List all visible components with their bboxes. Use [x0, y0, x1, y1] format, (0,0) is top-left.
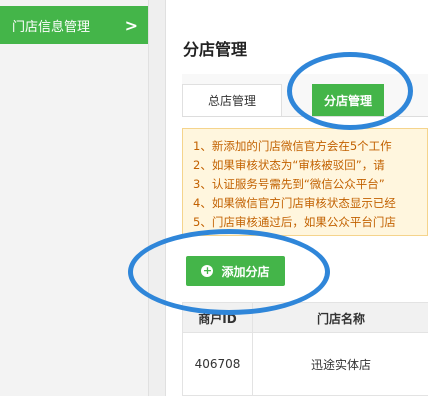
sidebar-divider	[148, 0, 166, 396]
add-branch-label: 添加分店	[221, 264, 270, 279]
notice-line: 4、如果微信官方门店审核状态显示已经	[193, 196, 396, 210]
notice-line: 5、门店审核通过后，如果公众平台门店	[193, 215, 396, 229]
sidebar-item-label: 门店信息管理	[12, 19, 91, 35]
main-content: 分店管理 总店管理 分店管理 1、新添加的门店微信官方会在5个工作 2、如果审核…	[166, 0, 428, 396]
app-root: 门店信息管理 > 分店管理 总店管理 分店管理 1、新添加的门店微信官方会在5个…	[0, 0, 428, 396]
cell-store-name: 迅途实体店	[310, 357, 371, 372]
sidebar: 门店信息管理 >	[0, 0, 148, 396]
notice-line: 1、新添加的门店微信官方会在5个工作	[193, 139, 392, 153]
chevron-right-icon: >	[124, 15, 138, 35]
notice-box: 1、新添加的门店微信官方会在5个工作 2、如果审核状态为“审核被驳回”，请 3、…	[182, 128, 428, 236]
tab-label: 分店管理	[323, 93, 372, 108]
cell-merchant-id: 406708	[183, 333, 253, 395]
add-branch-button[interactable]: + 添加分店	[186, 256, 285, 286]
sidebar-item-store-info[interactable]: 门店信息管理 >	[0, 6, 148, 44]
tab-branch-store[interactable]: 分店管理	[312, 84, 384, 116]
tab-head-store[interactable]: 总店管理	[182, 84, 282, 116]
table-header: 商户ID 门店名称	[183, 303, 428, 333]
tab-label: 总店管理	[207, 94, 256, 108]
column-header-store-name: 门店名称	[316, 311, 365, 326]
page-title: 分店管理	[183, 40, 248, 59]
plus-circle-icon: +	[201, 264, 214, 277]
branch-table: 商户ID 门店名称 406708 迅途实体店	[182, 302, 428, 396]
notice-line: 2、如果审核状态为“审核被驳回”，请	[193, 158, 385, 172]
notice-line: 3、认证服务号需先到“微信公众平台”	[193, 177, 385, 191]
tab-bar: 总店管理 分店管理	[182, 74, 428, 117]
column-header-merchant-id: 商户ID	[183, 303, 253, 333]
